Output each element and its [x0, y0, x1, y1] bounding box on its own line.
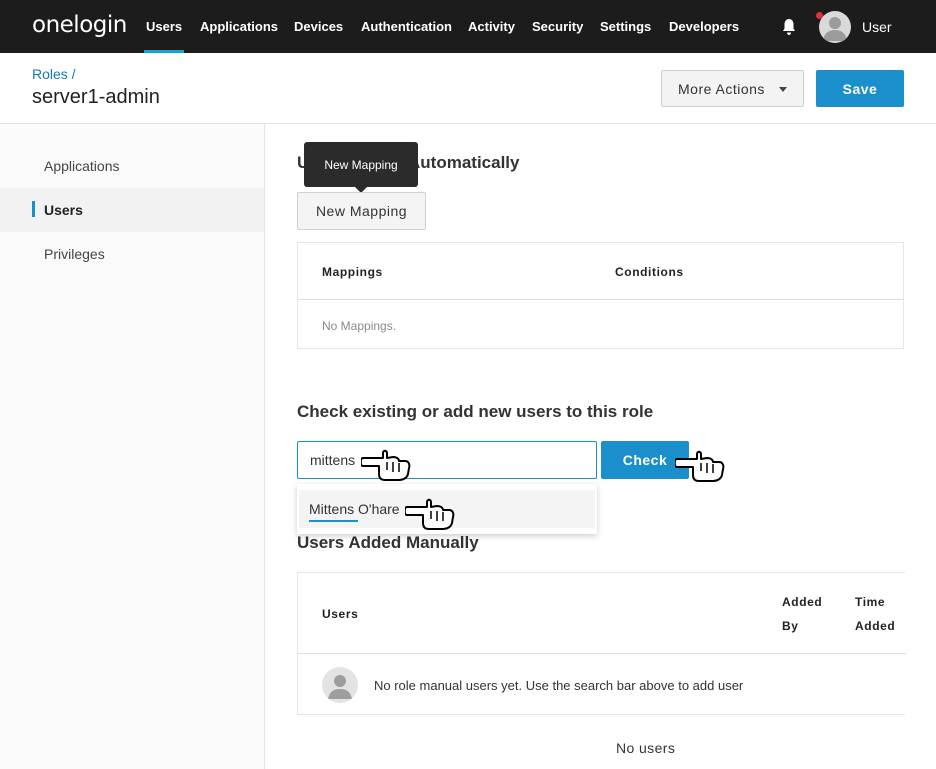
- nav-item-devices[interactable]: Devices: [294, 19, 343, 34]
- no-users-text: No users: [616, 740, 676, 756]
- page-header: Roles / server1-admin More Actions Save: [0, 53, 936, 124]
- column-header-time-added-line2: Added: [855, 619, 896, 633]
- hand-pointer-icon: [675, 450, 725, 482]
- manual-section-title: Users Added Manually: [297, 533, 479, 552]
- nav-item-activity[interactable]: Activity: [468, 19, 515, 34]
- page-title: server1-admin: [32, 86, 160, 108]
- column-header-time-added-line1: Time: [855, 595, 886, 609]
- avatar-silhouette-icon: [823, 17, 847, 41]
- empty-manual-users-text: No role manual users yet. Use the search…: [374, 678, 744, 693]
- top-nav: onelogin Users Applications Devices Auth…: [0, 0, 936, 53]
- sidebar-item-users[interactable]: Users: [0, 188, 264, 232]
- table-divider: [298, 299, 903, 300]
- sidebar-item-label: Applications: [44, 158, 120, 174]
- suggestion-label: Mittens O'hare: [309, 501, 400, 517]
- empty-mappings-text: No Mappings.: [322, 319, 397, 333]
- chevron-down-icon: [779, 87, 787, 92]
- bell-icon[interactable]: [781, 18, 797, 36]
- column-header-added-by-line1: Added: [782, 595, 823, 609]
- save-button[interactable]: Save: [816, 70, 904, 107]
- match-underline: [309, 520, 358, 522]
- manual-users-table: Users Added By Time Added No role manual…: [297, 572, 906, 715]
- nav-item-settings[interactable]: Settings: [600, 19, 651, 34]
- auto-section-title-suffix: Automatically: [408, 153, 520, 172]
- more-actions-button[interactable]: More Actions: [661, 70, 804, 107]
- new-mapping-button[interactable]: New Mapping: [297, 192, 426, 230]
- user-menu-label[interactable]: User: [862, 19, 892, 35]
- hand-pointer-icon: [361, 449, 411, 481]
- column-header-added-by-line2: By: [782, 619, 799, 633]
- column-header-mappings: Mappings: [322, 265, 383, 279]
- sidebar-item-privileges[interactable]: Privileges: [0, 232, 264, 276]
- column-header-conditions: Conditions: [615, 265, 684, 279]
- breadcrumb-roles[interactable]: Roles /: [32, 66, 76, 82]
- new-mapping-tooltip: New Mapping: [304, 142, 418, 193]
- mappings-table: Mappings Conditions No Mappings.: [297, 242, 904, 349]
- tooltip-text: New Mapping: [324, 158, 398, 172]
- nav-item-authentication[interactable]: Authentication: [361, 19, 452, 34]
- check-section-title: Check existing or add new users to this …: [297, 402, 654, 421]
- more-actions-label: More Actions: [678, 81, 765, 97]
- user-search-input[interactable]: [297, 441, 597, 479]
- user-placeholder-avatar-icon: [322, 667, 358, 703]
- table-divider: [298, 653, 906, 654]
- column-header-users: Users: [322, 607, 359, 621]
- notification-dot: [816, 12, 823, 19]
- hand-pointer-icon: [405, 498, 455, 530]
- sidebar: Applications Users Privileges: [0, 124, 265, 769]
- sidebar-item-label: Privileges: [44, 246, 105, 262]
- nav-item-developers[interactable]: Developers: [669, 19, 739, 34]
- nav-item-applications[interactable]: Applications: [200, 19, 278, 34]
- sidebar-item-label: Users: [44, 202, 83, 218]
- nav-item-users[interactable]: Users: [143, 19, 185, 53]
- onelogin-logo[interactable]: onelogin: [32, 12, 127, 38]
- user-avatar[interactable]: [819, 11, 851, 43]
- nav-item-security[interactable]: Security: [532, 19, 583, 34]
- sidebar-item-applications[interactable]: Applications: [0, 144, 264, 188]
